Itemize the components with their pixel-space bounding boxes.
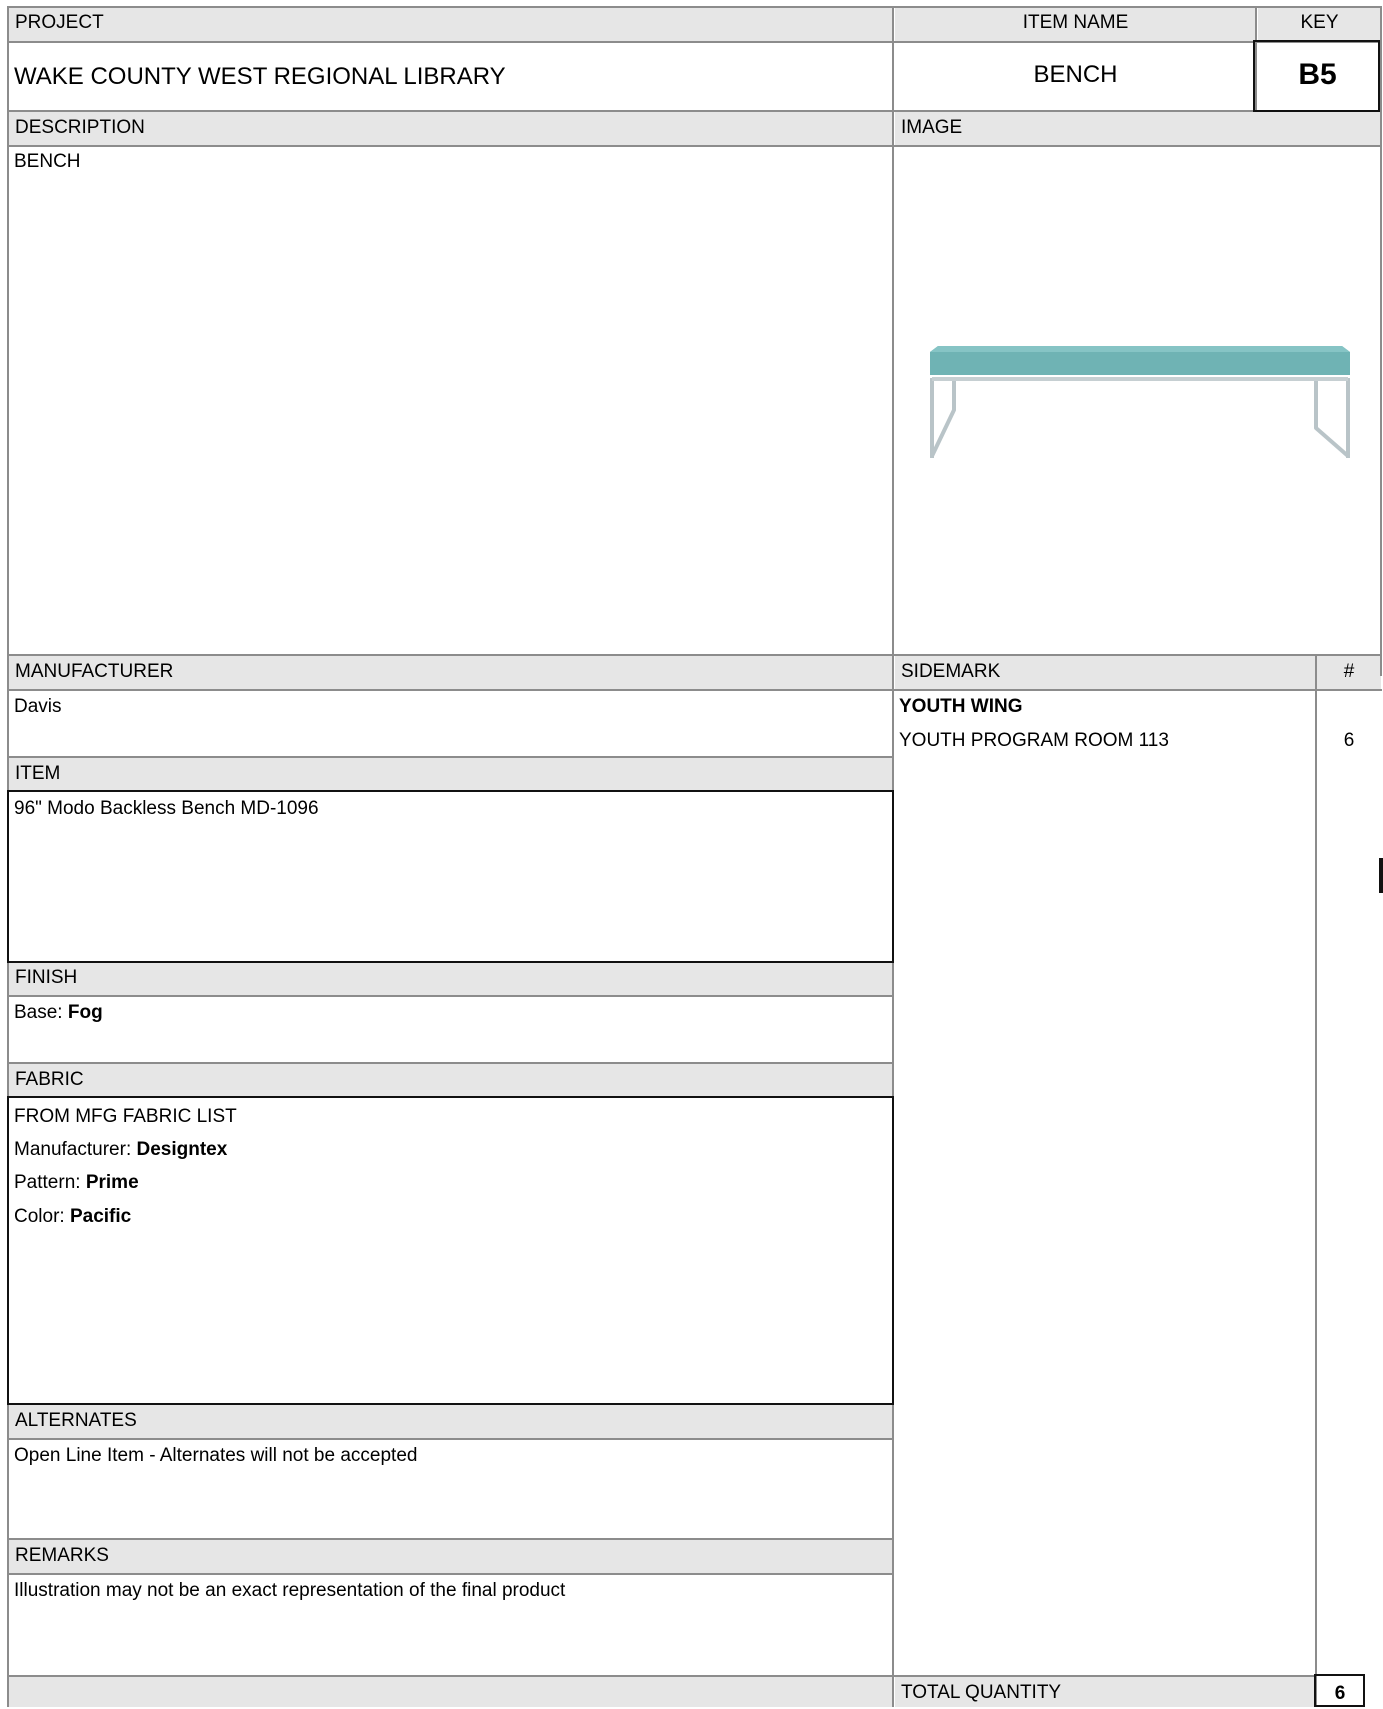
bench-image bbox=[920, 340, 1352, 465]
project-name: WAKE COUNTY WEST REGIONAL LIBRARY bbox=[14, 63, 506, 90]
finish-color: Fog bbox=[67, 1002, 103, 1023]
fabric-manufacturer: Manufacturer: Designtex bbox=[14, 1139, 227, 1161]
sidemark-qty: 6 bbox=[1343, 730, 1355, 751]
fabric-pattern: Pattern: Prime bbox=[14, 1172, 139, 1194]
fabric-header: FABRIC bbox=[9, 1064, 893, 1097]
description-header: DESCRIPTION bbox=[9, 112, 893, 145]
finish-value: Base: Fog bbox=[14, 1002, 103, 1024]
footer-blank-band bbox=[9, 1677, 893, 1707]
key-value: B5 bbox=[1298, 58, 1337, 91]
remarks-header: REMARKS bbox=[9, 1540, 893, 1573]
bench-right-leg bbox=[1314, 378, 1350, 458]
sidemark-group: YOUTH WING bbox=[899, 696, 1023, 717]
alternates-value: Open Line Item - Alternates will not be … bbox=[14, 1445, 418, 1466]
finish-header: FINISH bbox=[9, 962, 893, 995]
sidemark-header: SIDEMARK bbox=[895, 656, 1315, 689]
total-quantity-value: 6 bbox=[1334, 1683, 1346, 1704]
item-name-header: ITEM NAME bbox=[895, 7, 1256, 41]
fabric-pattern-value: Prime bbox=[85, 1172, 139, 1193]
item-name-value: BENCH bbox=[1033, 61, 1118, 88]
manufacturer-header: MANUFACTURER bbox=[9, 656, 893, 689]
finish-label: Base: bbox=[14, 1002, 68, 1023]
qty-header: # bbox=[1317, 656, 1381, 689]
fabric-source: FROM MFG FABRIC LIST bbox=[14, 1106, 237, 1127]
item-value: 96" Modo Backless Bench MD-1096 bbox=[14, 798, 319, 819]
fabric-manufacturer-value: Designtex bbox=[136, 1139, 228, 1160]
fabric-color-value: Pacific bbox=[69, 1206, 132, 1227]
alternates-header: ALTERNATES bbox=[9, 1405, 893, 1438]
image-header: IMAGE bbox=[895, 112, 1381, 145]
sidemark-location: YOUTH PROGRAM ROOM 113 bbox=[899, 730, 1169, 751]
description-value: BENCH bbox=[14, 151, 81, 172]
fabric-color-label: Color: bbox=[14, 1206, 70, 1227]
total-quantity-label: TOTAL QUANTITY bbox=[895, 1677, 1315, 1707]
edge-marker bbox=[1379, 858, 1383, 893]
key-header: KEY bbox=[1258, 7, 1381, 41]
fabric-color: Color: Pacific bbox=[14, 1206, 131, 1228]
project-header: PROJECT bbox=[9, 7, 893, 41]
item-header: ITEM bbox=[9, 758, 893, 791]
manufacturer-value: Davis bbox=[14, 696, 62, 717]
bench-left-leg bbox=[930, 378, 956, 458]
fabric-pattern-label: Pattern: bbox=[14, 1172, 86, 1193]
remarks-value: Illustration may not be an exact represe… bbox=[14, 1580, 566, 1601]
fabric-manufacturer-label: Manufacturer: bbox=[14, 1139, 137, 1160]
bench-icon bbox=[930, 346, 1350, 458]
